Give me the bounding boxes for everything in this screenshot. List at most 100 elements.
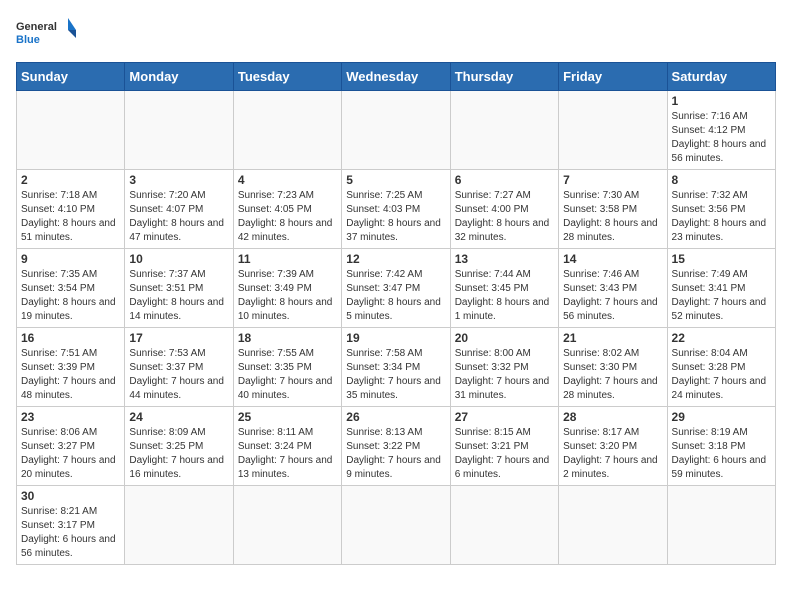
day-info: Sunrise: 7:16 AM Sunset: 4:12 PM Dayligh… (672, 110, 771, 166)
day-info: Sunrise: 7:25 AM Sunset: 4:03 PM Dayligh… (346, 189, 445, 245)
day-info: Sunrise: 7:18 AM Sunset: 4:10 PM Dayligh… (21, 189, 120, 245)
day-info: Sunrise: 7:20 AM Sunset: 4:07 PM Dayligh… (129, 189, 228, 245)
day-info: Sunrise: 7:23 AM Sunset: 4:05 PM Dayligh… (238, 189, 337, 245)
logo: General Blue (16, 16, 76, 52)
day-number: 16 (21, 331, 120, 345)
day-number: 7 (563, 173, 662, 187)
day-number: 8 (672, 173, 771, 187)
day-number: 23 (21, 410, 120, 424)
calendar-week-5: 30 Sunrise: 8:21 AM Sunset: 3:17 PM Dayli… (17, 486, 776, 565)
day-info: Sunrise: 7:30 AM Sunset: 3:58 PM Dayligh… (563, 189, 662, 245)
day-info: Sunrise: 8:11 AM Sunset: 3:24 PM Dayligh… (238, 426, 337, 482)
weekday-header-row: SundayMondayTuesdayWednesdayThursdayFrid… (17, 63, 776, 91)
calendar-cell (559, 486, 667, 565)
calendar-cell: 3 Sunrise: 7:20 AM Sunset: 4:07 PM Daylig… (125, 170, 233, 249)
calendar-cell: 28 Sunrise: 8:17 AM Sunset: 3:20 PM Dayli… (559, 407, 667, 486)
day-number: 24 (129, 410, 228, 424)
calendar-cell: 2 Sunrise: 7:18 AM Sunset: 4:10 PM Daylig… (17, 170, 125, 249)
calendar-cell: 21Sunrise: 8:02 AM Sunset: 3:30 PM Dayli… (559, 328, 667, 407)
calendar-week-2: 9 Sunrise: 7:35 AM Sunset: 3:54 PM Daylig… (17, 249, 776, 328)
calendar-cell: 26 Sunrise: 8:13 AM Sunset: 3:22 PM Dayli… (342, 407, 450, 486)
page-header: General Blue (16, 16, 776, 52)
calendar-cell: 22Sunrise: 8:04 AM Sunset: 3:28 PM Dayli… (667, 328, 775, 407)
calendar-cell (450, 91, 558, 170)
weekday-header-sunday: Sunday (17, 63, 125, 91)
day-number: 1 (672, 94, 771, 108)
day-number: 3 (129, 173, 228, 187)
day-info: Sunrise: 7:35 AM Sunset: 3:54 PM Dayligh… (21, 268, 120, 324)
day-number: 18 (238, 331, 337, 345)
logo-svg: General Blue (16, 16, 76, 52)
weekday-header-tuesday: Tuesday (233, 63, 341, 91)
day-info: Sunrise: 8:09 AM Sunset: 3:25 PM Dayligh… (129, 426, 228, 482)
calendar-cell: 12 Sunrise: 7:42 AM Sunset: 3:47 PM Dayli… (342, 249, 450, 328)
day-number: 28 (563, 410, 662, 424)
day-number: 14 (563, 252, 662, 266)
svg-text:General: General (16, 21, 57, 33)
calendar-week-0: 1 Sunrise: 7:16 AM Sunset: 4:12 PM Daylig… (17, 91, 776, 170)
day-number: 13 (455, 252, 554, 266)
day-info: Sunrise: 8:04 AM Sunset: 3:28 PM Dayligh… (672, 347, 771, 403)
calendar-cell: 24 Sunrise: 8:09 AM Sunset: 3:25 PM Dayli… (125, 407, 233, 486)
calendar-cell (342, 91, 450, 170)
calendar-cell: 30 Sunrise: 8:21 AM Sunset: 3:17 PM Dayli… (17, 486, 125, 565)
calendar-cell: 1 Sunrise: 7:16 AM Sunset: 4:12 PM Daylig… (667, 91, 775, 170)
day-number: 30 (21, 489, 120, 503)
day-info: Sunrise: 7:39 AM Sunset: 3:49 PM Dayligh… (238, 268, 337, 324)
day-number: 5 (346, 173, 445, 187)
day-info: Sunrise: 7:27 AM Sunset: 4:00 PM Dayligh… (455, 189, 554, 245)
day-number: 12 (346, 252, 445, 266)
calendar-cell: 8Sunrise: 7:32 AM Sunset: 3:56 PM Daylig… (667, 170, 775, 249)
calendar-cell: 15 Sunrise: 7:49 AM Sunset: 3:41 PM Dayli… (667, 249, 775, 328)
calendar-cell (342, 486, 450, 565)
weekday-header-wednesday: Wednesday (342, 63, 450, 91)
day-info: Sunrise: 8:21 AM Sunset: 3:17 PM Dayligh… (21, 505, 120, 561)
day-info: Sunrise: 8:02 AM Sunset: 3:30 PM Dayligh… (563, 347, 662, 403)
day-info: Sunrise: 8:17 AM Sunset: 3:20 PM Dayligh… (563, 426, 662, 482)
calendar-cell: 29Sunrise: 8:19 AM Sunset: 3:18 PM Dayli… (667, 407, 775, 486)
calendar-week-4: 23 Sunrise: 8:06 AM Sunset: 3:27 PM Dayli… (17, 407, 776, 486)
day-number: 25 (238, 410, 337, 424)
calendar-cell: 11 Sunrise: 7:39 AM Sunset: 3:49 PM Dayli… (233, 249, 341, 328)
day-number: 10 (129, 252, 228, 266)
calendar-cell: 23 Sunrise: 8:06 AM Sunset: 3:27 PM Dayli… (17, 407, 125, 486)
day-info: Sunrise: 7:58 AM Sunset: 3:34 PM Dayligh… (346, 347, 445, 403)
calendar-cell (233, 91, 341, 170)
day-info: Sunrise: 8:13 AM Sunset: 3:22 PM Dayligh… (346, 426, 445, 482)
day-number: 11 (238, 252, 337, 266)
day-number: 2 (21, 173, 120, 187)
calendar-cell (233, 486, 341, 565)
day-number: 29 (672, 410, 771, 424)
calendar-cell (559, 91, 667, 170)
day-info: Sunrise: 7:51 AM Sunset: 3:39 PM Dayligh… (21, 347, 120, 403)
day-number: 17 (129, 331, 228, 345)
calendar-cell: 25 Sunrise: 8:11 AM Sunset: 3:24 PM Dayli… (233, 407, 341, 486)
calendar-cell: 10 Sunrise: 7:37 AM Sunset: 3:51 PM Dayli… (125, 249, 233, 328)
calendar-cell: 16 Sunrise: 7:51 AM Sunset: 3:39 PM Dayli… (17, 328, 125, 407)
day-number: 6 (455, 173, 554, 187)
calendar-cell (450, 486, 558, 565)
calendar-cell: 19Sunrise: 7:58 AM Sunset: 3:34 PM Dayli… (342, 328, 450, 407)
day-info: Sunrise: 7:44 AM Sunset: 3:45 PM Dayligh… (455, 268, 554, 324)
calendar-cell: 27Sunrise: 8:15 AM Sunset: 3:21 PM Dayli… (450, 407, 558, 486)
calendar-cell: 20Sunrise: 8:00 AM Sunset: 3:32 PM Dayli… (450, 328, 558, 407)
day-number: 26 (346, 410, 445, 424)
calendar-cell: 7 Sunrise: 7:30 AM Sunset: 3:58 PM Daylig… (559, 170, 667, 249)
day-info: Sunrise: 7:42 AM Sunset: 3:47 PM Dayligh… (346, 268, 445, 324)
day-info: Sunrise: 8:15 AM Sunset: 3:21 PM Dayligh… (455, 426, 554, 482)
calendar-week-1: 2 Sunrise: 7:18 AM Sunset: 4:10 PM Daylig… (17, 170, 776, 249)
calendar-cell (667, 486, 775, 565)
calendar-cell: 5 Sunrise: 7:25 AM Sunset: 4:03 PM Daylig… (342, 170, 450, 249)
day-info: Sunrise: 7:46 AM Sunset: 3:43 PM Dayligh… (563, 268, 662, 324)
calendar-cell (125, 91, 233, 170)
weekday-header-thursday: Thursday (450, 63, 558, 91)
calendar-cell: 6 Sunrise: 7:27 AM Sunset: 4:00 PM Daylig… (450, 170, 558, 249)
day-info: Sunrise: 7:37 AM Sunset: 3:51 PM Dayligh… (129, 268, 228, 324)
weekday-header-saturday: Saturday (667, 63, 775, 91)
day-info: Sunrise: 8:06 AM Sunset: 3:27 PM Dayligh… (21, 426, 120, 482)
day-info: Sunrise: 7:49 AM Sunset: 3:41 PM Dayligh… (672, 268, 771, 324)
day-number: 15 (672, 252, 771, 266)
calendar-table: SundayMondayTuesdayWednesdayThursdayFrid… (16, 62, 776, 565)
day-number: 9 (21, 252, 120, 266)
calendar-cell (17, 91, 125, 170)
